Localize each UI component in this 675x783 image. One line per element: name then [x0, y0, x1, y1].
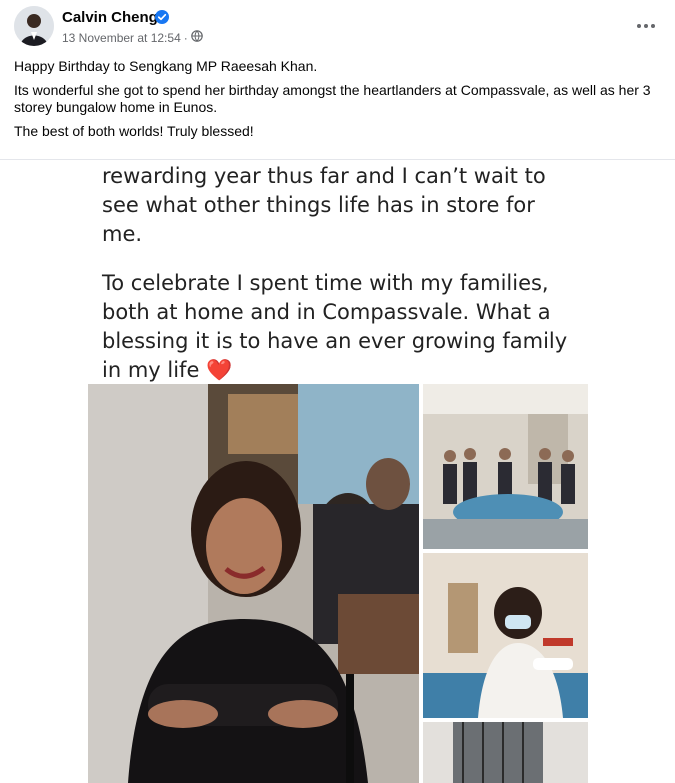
- post-media[interactable]: rewarding year thus far and I can’t wait…: [0, 160, 675, 783]
- post-meta: 13 November at 12:54 ·: [62, 30, 203, 45]
- heart-emoji-icon: ❤️: [206, 358, 233, 382]
- photo-group-at-table[interactable]: [423, 384, 588, 549]
- screenshot-text: rewarding year thus far and I can’t wait…: [102, 162, 572, 405]
- post-caption: Happy Birthday to Sengkang MP Raeesah Kh…: [14, 58, 664, 147]
- more-options-icon[interactable]: [634, 16, 658, 36]
- caption-line-2: Its wonderful she got to spend her birth…: [14, 82, 651, 115]
- verified-badge-icon: [155, 10, 169, 24]
- globe-icon[interactable]: [190, 30, 203, 45]
- caption-line-1: Happy Birthday to Sengkang MP Raeesah Kh…: [14, 58, 318, 74]
- post-header: Calvin Cheng 13 November at 12:54 ·: [0, 0, 675, 52]
- meta-separator: ·: [183, 30, 188, 45]
- screenshot-paragraph-2: To celebrate I spent time with my famili…: [102, 271, 568, 382]
- screenshot-paragraph-1: rewarding year thus far and I can’t wait…: [102, 164, 546, 246]
- author-name[interactable]: Calvin Cheng: [62, 9, 158, 26]
- author-avatar[interactable]: [14, 6, 54, 46]
- photo-interior[interactable]: [423, 722, 588, 783]
- photo-woman-smiling[interactable]: [88, 384, 419, 783]
- caption-line-3: The best of both worlds! Truly blessed!: [14, 123, 254, 139]
- photo-cutting-cake[interactable]: [423, 553, 588, 718]
- post-timestamp[interactable]: 13 November at 12:54: [62, 31, 181, 45]
- shared-screenshot: rewarding year thus far and I can’t wait…: [88, 160, 588, 783]
